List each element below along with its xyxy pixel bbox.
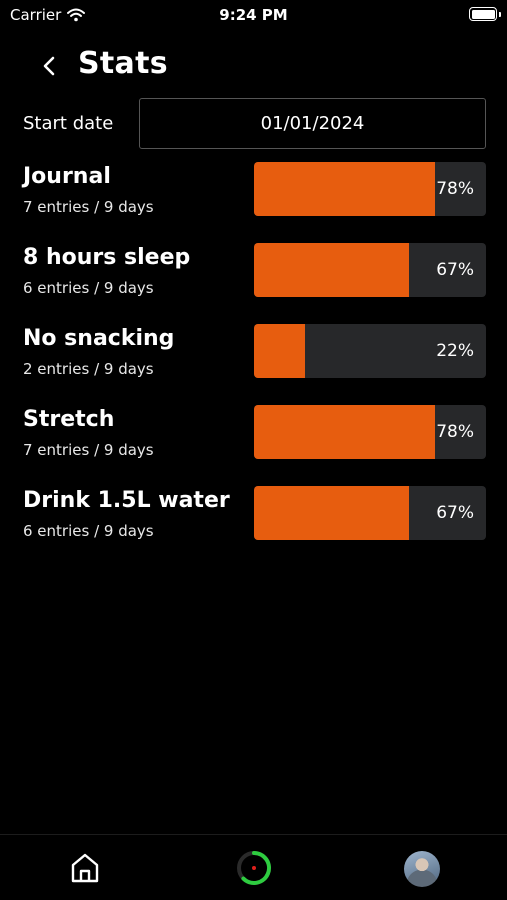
stat-entries: 2 entries / 9 days [23,360,154,378]
stat-name: No snacking [23,326,175,351]
progress-ring-icon[interactable] [236,850,272,886]
progress-percent: 22% [436,341,474,361]
stat-name: Stretch [23,407,115,432]
stat-row[interactable]: Stretch 7 entries / 9 days 78% [0,405,507,465]
stats-screen: Carrier 9:24 PM Stats Start date 01/01/2… [0,0,507,900]
progress-bar: 78% [254,405,486,459]
progress-bar-fill [254,243,410,297]
battery-icon [469,7,497,21]
progress-bar: 67% [254,243,486,297]
progress-bar-fill [254,486,410,540]
start-date-field[interactable]: 01/01/2024 [139,98,486,149]
stat-entries: 7 entries / 9 days [23,198,154,216]
progress-percent: 67% [436,503,474,523]
stat-row[interactable]: 8 hours sleep 6 entries / 9 days 67% [0,243,507,303]
progress-bar-fill [254,324,306,378]
avatar[interactable] [404,851,440,887]
progress-bar: 22% [254,324,486,378]
status-time: 9:24 PM [219,6,288,24]
tab-bar [0,834,507,900]
chevron-left-icon[interactable] [36,52,64,80]
stat-row[interactable]: No snacking 2 entries / 9 days 22% [0,324,507,384]
progress-percent: 67% [436,260,474,280]
stat-entries: 6 entries / 9 days [23,279,154,297]
stat-row[interactable]: Drink 1.5L water 6 entries / 9 days 67% [0,486,507,546]
stat-name: 8 hours sleep [23,245,191,270]
stat-name: Journal [23,164,111,189]
start-date-label: Start date [23,113,114,134]
progress-bar-fill [254,405,435,459]
header: Stats [0,44,507,88]
home-icon[interactable] [70,852,100,884]
progress-bar: 78% [254,162,486,216]
page-title: Stats [78,46,168,81]
progress-percent: 78% [436,179,474,199]
stat-row[interactable]: Journal 7 entries / 9 days 78% [0,162,507,222]
stat-name: Drink 1.5L water [23,488,230,513]
progress-bar: 67% [254,486,486,540]
battery-tip [499,12,501,17]
progress-percent: 78% [436,422,474,442]
progress-bar-fill [254,162,435,216]
stat-entries: 7 entries / 9 days [23,441,154,459]
stat-entries: 6 entries / 9 days [23,522,154,540]
status-bar: Carrier 9:24 PM [0,0,507,32]
